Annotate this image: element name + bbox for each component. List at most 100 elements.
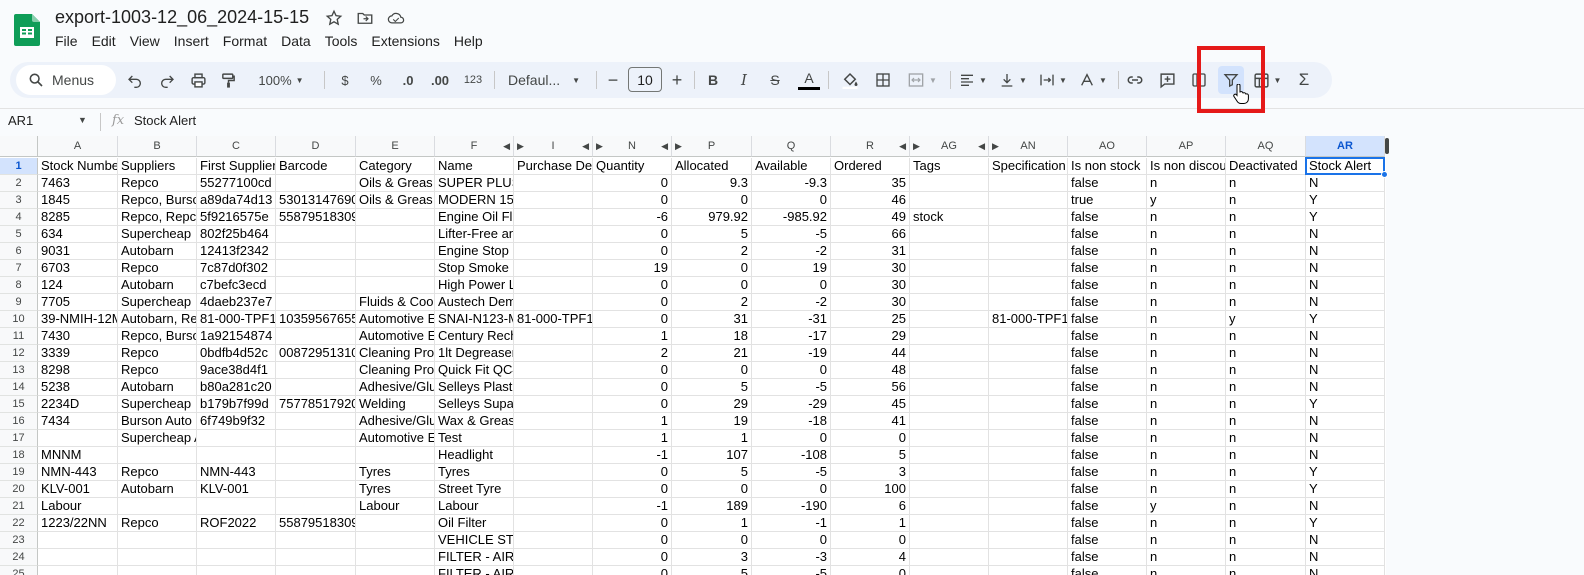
cell[interactable]: false	[1068, 328, 1147, 345]
functions-button[interactable]: Σ	[1294, 62, 1314, 98]
cell[interactable]: false	[1068, 226, 1147, 243]
cell[interactable]	[910, 481, 989, 498]
cell[interactable]: 0	[672, 362, 752, 379]
cell[interactable]	[514, 498, 593, 515]
cell[interactable]: Oil Filter	[435, 515, 514, 532]
cell[interactable]: -190	[752, 498, 831, 515]
menu-help[interactable]: Help	[447, 31, 490, 51]
column-header-an[interactable]: AN ▶	[989, 136, 1068, 157]
cell[interactable]: n	[1226, 532, 1306, 549]
row-header[interactable]: 13	[0, 362, 38, 379]
cell[interactable]: 0	[672, 192, 752, 209]
cell[interactable]	[38, 532, 118, 549]
cell[interactable]	[197, 430, 276, 447]
cell[interactable]	[514, 379, 593, 396]
cell[interactable]	[356, 277, 435, 294]
name-box[interactable]: AR1	[8, 113, 33, 128]
cell[interactable]	[38, 430, 118, 447]
cell[interactable]: 7c87d0f302	[197, 260, 276, 277]
vertical-align-button[interactable]: ▼	[996, 62, 1030, 98]
cell[interactable]: Burson Auto	[118, 413, 197, 430]
row-header[interactable]: 14	[0, 379, 38, 396]
cell[interactable]: Repco	[118, 362, 197, 379]
cell[interactable]	[514, 549, 593, 566]
cell[interactable]: -5	[752, 566, 831, 575]
cell[interactable]	[118, 498, 197, 515]
cell[interactable]: Headlight	[435, 447, 514, 464]
formula-input[interactable]: Stock Alert	[134, 113, 196, 128]
cell[interactable]: Y	[1306, 192, 1385, 209]
cell[interactable]: Tyres	[356, 464, 435, 481]
cell[interactable]: -6	[593, 209, 672, 226]
fill-handle[interactable]	[1381, 171, 1388, 178]
cell[interactable]: 6703	[38, 260, 118, 277]
header-cell[interactable]: Deactivated	[1226, 158, 1306, 175]
cell[interactable]: n	[1226, 277, 1306, 294]
cell[interactable]: -5	[752, 226, 831, 243]
cell[interactable]	[910, 532, 989, 549]
cell[interactable]: 25	[831, 311, 910, 328]
cell[interactable]: -2	[752, 243, 831, 260]
cell[interactable]	[989, 260, 1068, 277]
cell[interactable]: 55277100cd	[197, 175, 276, 192]
cell[interactable]: false	[1068, 379, 1147, 396]
cell[interactable]: Supercheap Auto	[118, 430, 197, 447]
cell[interactable]	[989, 277, 1068, 294]
cell[interactable]: Engine Oil Flush	[435, 209, 514, 226]
cell[interactable]: y	[1226, 311, 1306, 328]
cell[interactable]: 0	[593, 226, 672, 243]
cell[interactable]	[38, 566, 118, 575]
cell[interactable]: Repco, Repco	[118, 209, 197, 226]
menu-data[interactable]: Data	[274, 31, 318, 51]
cell[interactable]: 189	[672, 498, 752, 515]
cell[interactable]	[514, 192, 593, 209]
cell[interactable]: 1lt Degreaser Karcher	[435, 345, 514, 362]
star-icon[interactable]	[325, 9, 343, 27]
cell[interactable]: Supercheap	[118, 294, 197, 311]
cell[interactable]: Stop Smoke	[435, 260, 514, 277]
cell[interactable]: false	[1068, 294, 1147, 311]
hidden-columns-icon[interactable]: ◀	[899, 141, 906, 152]
cell[interactable]: n	[1147, 362, 1226, 379]
cell[interactable]: 19	[672, 413, 752, 430]
header-cell[interactable]: Tags	[910, 158, 989, 175]
row-header[interactable]: 6	[0, 243, 38, 260]
row-header[interactable]: 10	[0, 311, 38, 328]
cell[interactable]: n	[1147, 464, 1226, 481]
hidden-columns-icon[interactable]: ◀	[661, 141, 668, 152]
cell[interactable]: -29	[752, 396, 831, 413]
cell[interactable]	[989, 566, 1068, 575]
cell[interactable]	[514, 447, 593, 464]
cell[interactable]	[276, 532, 356, 549]
cell[interactable]: 0	[593, 277, 672, 294]
cell[interactable]	[514, 345, 593, 362]
cell[interactable]: false	[1068, 175, 1147, 192]
cell[interactable]: 0	[593, 396, 672, 413]
cell[interactable]: n	[1226, 226, 1306, 243]
cell[interactable]: 0	[752, 430, 831, 447]
cell[interactable]: n	[1147, 260, 1226, 277]
cell[interactable]	[276, 549, 356, 566]
cell[interactable]: Oils & Greas	[356, 175, 435, 192]
column-header-i[interactable]: I ▶ ◀	[514, 136, 593, 157]
cell[interactable]: Labour	[38, 498, 118, 515]
cell[interactable]	[276, 243, 356, 260]
header-cell[interactable]: Stock Alert	[1306, 158, 1385, 175]
cell[interactable]: 0	[752, 532, 831, 549]
cell[interactable]: N	[1306, 447, 1385, 464]
cell[interactable]: 81-000-TPF1	[514, 311, 593, 328]
cell[interactable]	[356, 447, 435, 464]
cell[interactable]: a89da74d13	[197, 192, 276, 209]
cell[interactable]: 48	[831, 362, 910, 379]
cell[interactable]: 41	[831, 413, 910, 430]
cell[interactable]: n	[1226, 379, 1306, 396]
cell[interactable]: 7434	[38, 413, 118, 430]
cell[interactable]	[989, 481, 1068, 498]
cell[interactable]	[514, 226, 593, 243]
cell[interactable]	[38, 549, 118, 566]
increase-decimal-button[interactable]: .00	[426, 62, 454, 98]
cell[interactable]: 9.3	[672, 175, 752, 192]
column-header-r[interactable]: R ◀	[831, 136, 910, 157]
font-size-input[interactable]: 10	[628, 67, 662, 92]
cell[interactable]: 0	[593, 243, 672, 260]
